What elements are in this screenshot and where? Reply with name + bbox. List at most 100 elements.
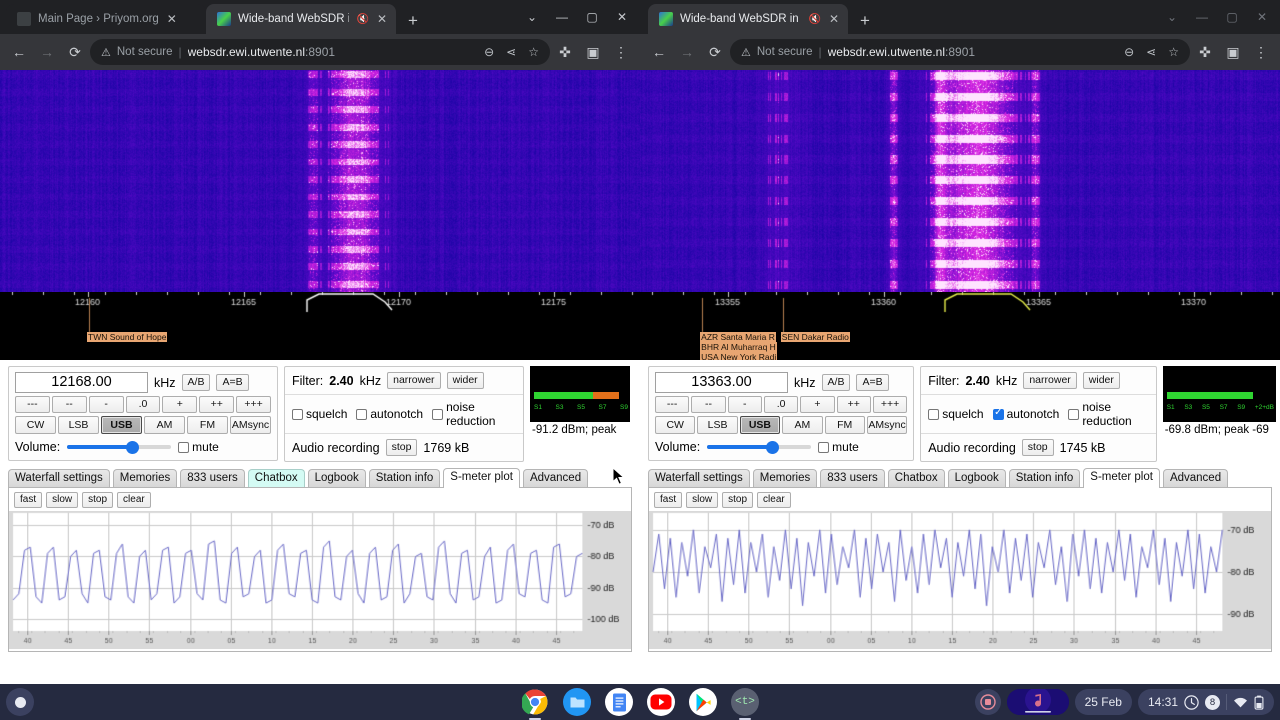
shelf-item-dev-tool[interactable]: <t> [731,688,759,720]
wider-button[interactable]: wider [1082,372,1120,389]
ab-button[interactable]: A/B [821,374,851,391]
noise-reduction-checkbox-left[interactable]: noise reduction [432,400,516,428]
freq-step-button-1[interactable]: -- [51,396,87,413]
station-label[interactable]: SEN Dakar Radio [780,332,850,342]
close-icon[interactable]: ✕ [608,4,636,30]
extensions-puzzle-icon[interactable]: ✜ [1192,39,1218,65]
media-thumbnail[interactable] [1006,689,1069,715]
narrower-button[interactable]: narrower [1023,372,1077,389]
waterfall-display-left[interactable] [0,70,640,292]
tab-mute-icon[interactable]: 🔇 [356,14,368,25]
new-tab-button[interactable]: + [854,12,876,29]
plot-button-stop[interactable]: stop [722,492,754,508]
mode-button-lsb[interactable]: LSB [697,416,738,434]
zoom-out-icon[interactable]: ⊖ [481,45,497,59]
plot-button-slow[interactable]: slow [686,492,719,508]
checkbox-box[interactable] [992,407,1004,420]
shelf-item-docs[interactable] [605,688,633,716]
mute-checkbox-left[interactable]: mute [178,440,219,454]
a-equals-b-button[interactable]: A=B [856,374,889,391]
freq-step-button-0[interactable]: --- [15,396,50,413]
frequency-scale-right[interactable]: AZR Santa Maria R SEN Dakar Radio BHR Al M… [640,292,1280,360]
browser-tab-priyom[interactable]: Main Page › Priyom.org ✕ [6,4,206,34]
plot-button-clear[interactable]: clear [117,492,151,508]
station-label[interactable]: TWN Sound of Hope [87,332,168,342]
back-icon[interactable]: ← [6,39,32,65]
share-icon[interactable]: ⋖ [503,45,519,59]
chrome-menu-icon[interactable]: ⋮ [608,39,634,65]
plot-button-fast[interactable]: fast [654,492,683,508]
side-panel-icon[interactable]: ▣ [580,39,606,65]
mode-button-fm[interactable]: FM [187,416,228,434]
squelch-checkbox-right[interactable]: squelch [928,407,984,421]
freq-step-button-2[interactable]: - [727,396,762,413]
mode-button-am[interactable]: AM [782,416,823,434]
s-meter-plot-canvas[interactable] [649,511,1271,649]
mode-button-usb[interactable]: USB [101,416,142,434]
chevron-down-icon[interactable]: ⌄ [1158,4,1186,30]
sdr-tab-logbook[interactable]: Logbook [947,469,1006,488]
address-bar-left[interactable]: ⚠ Not secure | websdr.ewi.utwente.nl:890… [90,39,550,65]
zoom-out-icon[interactable]: ⊖ [1121,45,1137,59]
volume-slider-left[interactable] [67,440,172,454]
sdr-tab-chatbox[interactable]: Chatbox [247,469,305,488]
shelf-item-play-store[interactable] [689,688,717,716]
frequency-scale-left[interactable]: TWN Sound of Hope [0,292,640,360]
reload-icon[interactable]: ⟳ [62,39,88,65]
slider-knob[interactable] [125,441,139,454]
ab-button[interactable]: A/B [181,374,211,391]
narrower-button[interactable]: narrower [387,372,441,389]
checkbox-box[interactable] [1068,408,1080,420]
plot-button-slow[interactable]: slow [46,492,79,508]
close-icon[interactable]: ✕ [1248,4,1276,30]
a-equals-b-button[interactable]: A=B [216,374,249,391]
browser-tab-websdr-left[interactable]: Wide-band WebSDR in Ensch 🔇 ✕ [206,4,396,34]
freq-step-button-3[interactable]: .0 [125,396,161,413]
waterfall-canvas[interactable] [0,70,640,292]
minimize-icon[interactable]: — [1188,4,1216,30]
wider-button[interactable]: wider [446,372,484,389]
sdr-tab-memories[interactable]: Memories [112,469,178,488]
sdr-tab-waterfall-settings[interactable]: Waterfall settings [8,469,110,488]
slider-knob[interactable] [765,441,779,454]
side-panel-icon[interactable]: ▣ [1220,39,1246,65]
s-meter-plot-area-right[interactable] [649,511,1271,649]
close-icon[interactable]: ✕ [828,13,840,25]
checkbox-box[interactable] [178,441,190,453]
screen-record-indicator[interactable] [974,689,1001,715]
mode-button-fm[interactable]: FM [824,416,865,434]
sdr-tab-advanced[interactable]: Advanced [1162,469,1229,488]
date-pill[interactable]: 25 Feb [1074,689,1132,715]
noise-reduction-checkbox-right[interactable]: noise reduction [1068,400,1148,428]
plot-button-stop[interactable]: stop [82,492,114,508]
squelch-checkbox-left[interactable]: squelch [292,407,347,421]
sdr-tab-s-meter-plot[interactable]: S-meter plot [1083,468,1160,488]
autonotch-checkbox-left[interactable]: autonotch [356,407,423,421]
waterfall-canvas[interactable] [640,70,1280,292]
checkbox-box[interactable] [292,408,303,420]
freq-step-button-4[interactable]: + [162,396,198,413]
mode-button-amsync[interactable]: AMsync [866,416,908,434]
s-meter-plot-canvas[interactable] [9,511,631,649]
mode-button-cw[interactable]: CW [15,416,56,434]
freq-step-button-5[interactable]: ++ [836,396,871,413]
station-label[interactable]: BHR Al Muharraq H [700,342,777,352]
freq-step-button-5[interactable]: ++ [199,396,235,413]
maximize-icon[interactable]: ▢ [1218,4,1246,30]
station-label[interactable]: AZR Santa Maria R [700,332,776,342]
freq-step-button-4[interactable]: + [800,396,835,413]
extensions-puzzle-icon[interactable]: ✜ [552,39,578,65]
forward-icon[interactable]: → [34,39,60,65]
checkbox-box[interactable] [356,408,368,420]
mode-button-cw[interactable]: CW [655,416,696,434]
s-meter-plot-area-left[interactable] [9,511,631,649]
freq-step-button-6[interactable]: +++ [236,396,272,413]
sdr-tab-station-info[interactable]: Station info [368,469,441,488]
mode-button-lsb[interactable]: LSB [58,416,99,434]
close-icon[interactable]: ✕ [376,13,388,25]
sdr-tab-s-meter-plot[interactable]: S-meter plot [443,468,520,488]
reload-icon[interactable]: ⟳ [702,39,728,65]
freq-step-button-2[interactable]: - [88,396,124,413]
tab-mute-icon[interactable]: 🔇 [808,14,820,25]
sdr-tab-waterfall-settings[interactable]: Waterfall settings [648,469,750,488]
